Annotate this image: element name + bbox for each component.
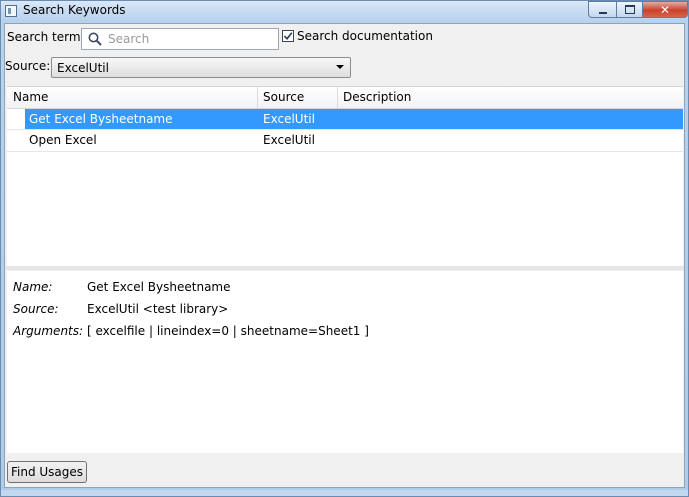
search-field[interactable] bbox=[81, 28, 279, 50]
source-selected-value: ExcelUtil bbox=[57, 60, 109, 75]
title-bar[interactable]: Search Keywords ✕ bbox=[1, 1, 688, 22]
dialog-body: Search term: Search documentation Source… bbox=[4, 23, 685, 488]
column-header-source[interactable]: Source bbox=[263, 90, 304, 104]
find-usages-button[interactable]: Find Usages bbox=[7, 461, 87, 483]
source-dropdown[interactable]: ExcelUtil bbox=[51, 57, 351, 78]
details-arguments-label: Arguments: bbox=[13, 324, 84, 338]
column-divider[interactable] bbox=[257, 87, 258, 108]
checkmark-icon bbox=[283, 32, 293, 41]
column-header-name[interactable]: Name bbox=[13, 90, 48, 104]
details-name-value: Get Excel Bysheetname bbox=[87, 280, 231, 294]
details-arguments-value: [ excelfile | lineindex=0 | sheetname=Sh… bbox=[87, 324, 369, 338]
table-row[interactable]: Open Excel ExcelUtil bbox=[7, 130, 683, 150]
search-documentation-label[interactable]: Search documentation bbox=[297, 29, 433, 43]
close-icon: ✕ bbox=[659, 2, 671, 17]
search-icon bbox=[88, 32, 102, 46]
column-header-description[interactable]: Description bbox=[343, 90, 411, 104]
window-controls: ✕ bbox=[588, 1, 688, 19]
row-source: ExcelUtil bbox=[263, 112, 315, 126]
window-bottom-edge bbox=[1, 490, 688, 496]
row-divider bbox=[7, 151, 683, 152]
table-header: Name Source Description bbox=[7, 87, 683, 109]
search-input[interactable] bbox=[108, 32, 268, 46]
search-documentation-checkbox[interactable] bbox=[282, 30, 294, 42]
search-term-label: Search term: bbox=[7, 30, 85, 44]
window-icon bbox=[5, 5, 17, 17]
source-label: Source: bbox=[5, 59, 51, 73]
column-divider[interactable] bbox=[337, 87, 338, 108]
row-source: ExcelUtil bbox=[263, 133, 315, 147]
chevron-down-icon bbox=[336, 65, 344, 69]
table-row[interactable]: Get Excel Bysheetname ExcelUtil bbox=[7, 109, 683, 129]
keyword-table: Name Source Description Get Excel Byshee… bbox=[7, 86, 683, 267]
row-name: Get Excel Bysheetname bbox=[29, 112, 173, 126]
search-keywords-window: Search Keywords ✕ Search term: Search Se… bbox=[0, 0, 689, 497]
minimize-button[interactable] bbox=[588, 1, 616, 18]
window-title: Search Keywords bbox=[23, 3, 126, 17]
row-name: Open Excel bbox=[29, 133, 97, 147]
keyword-details-panel: Name: Get Excel Bysheetname Source: Exce… bbox=[7, 271, 683, 453]
maximize-button[interactable] bbox=[616, 1, 642, 18]
minimize-icon bbox=[598, 11, 607, 14]
details-source-value: ExcelUtil <test library> bbox=[87, 302, 229, 316]
details-name-label: Name: bbox=[13, 280, 53, 294]
pane-splitter[interactable] bbox=[5, 266, 684, 270]
maximize-icon bbox=[624, 5, 635, 14]
details-source-label: Source: bbox=[13, 302, 59, 316]
close-button[interactable]: ✕ bbox=[642, 1, 688, 18]
